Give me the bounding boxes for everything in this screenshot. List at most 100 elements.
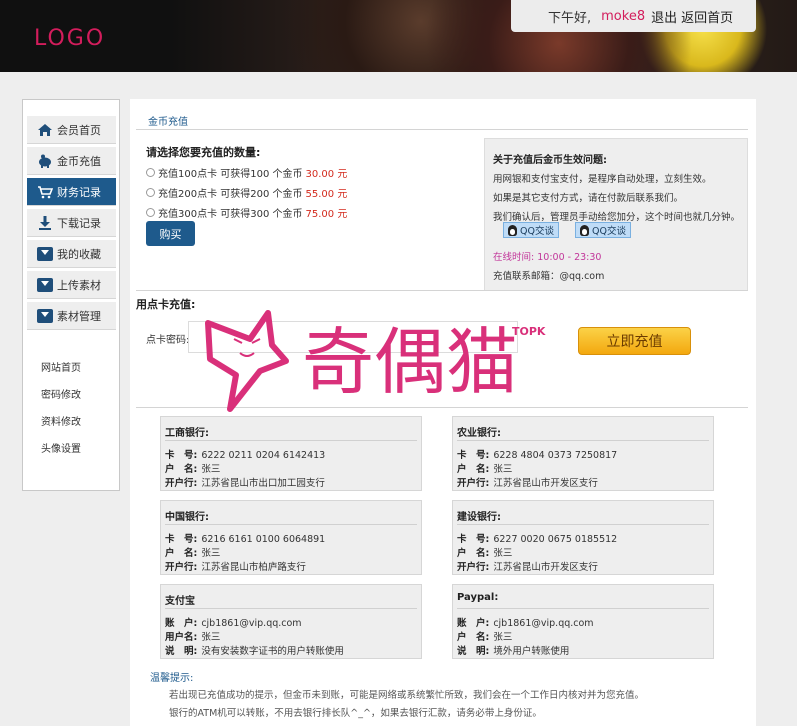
- bank-row-value: 江苏省昆山市开发区支行: [493, 562, 598, 573]
- option-price: 30.00 元: [305, 169, 348, 180]
- bank-card-abc: 农业银行: 卡 号: 6228 4804 0373 7250817 户 名: 张三 …: [452, 416, 714, 491]
- bank-row-label: 卡 号:: [457, 534, 490, 545]
- header: LOGO 下午好, moke8 退出 返回首页: [0, 0, 797, 72]
- option-text: 充值200点卡 可获得200 个金币: [158, 189, 303, 200]
- recharge-option-200[interactable]: 充值200点卡 可获得200 个金币 55.00 元: [146, 185, 347, 200]
- bank-row-value: 张三: [201, 464, 221, 475]
- bank-card-paypal: Paypal: 账 户: cjb1861@vip.qq.com 户 名: 张三 说 …: [452, 584, 714, 659]
- inbox-icon: [37, 277, 53, 292]
- section-divider: [136, 290, 748, 291]
- bank-name: 中国银行:: [165, 512, 209, 523]
- recharge-option-100[interactable]: 充值100点卡 可获得100 个金币 30.00 元: [146, 165, 347, 180]
- bank-row-value: 6216 6161 0100 6064891: [201, 534, 326, 545]
- qq-chat-button[interactable]: QQ交谈: [503, 222, 559, 238]
- username-link[interactable]: moke8: [601, 9, 645, 24]
- qq-chat-label: QQ交谈: [520, 226, 554, 237]
- logout-link[interactable]: 退出: [651, 7, 677, 26]
- tip-line: 银行的ATM机可以转账，不用去银行排长队^_^，如果去银行汇款，请务必带上身份证…: [169, 708, 542, 719]
- site-logo[interactable]: LOGO: [34, 26, 105, 51]
- qq-chat-label: QQ交谈: [592, 226, 626, 237]
- sidebar-item-upload-material[interactable]: 上传素材: [27, 271, 116, 299]
- avatar-settings-link[interactable]: 头像设置: [41, 440, 81, 455]
- bank-row-label: 开户行:: [165, 562, 198, 573]
- option-text: 充值300点卡 可获得300 个金币: [158, 209, 303, 220]
- site-home-link[interactable]: 网站首页: [41, 359, 81, 374]
- sidebar-item-coin-recharge[interactable]: 金币充值: [27, 147, 116, 175]
- card-password-input[interactable]: [188, 321, 518, 353]
- bank-divider: [165, 524, 417, 525]
- bank-row-label: 卡 号:: [165, 450, 198, 461]
- bank-row: 用户名: 张三: [165, 629, 220, 643]
- qq-chat-button[interactable]: QQ交谈: [575, 222, 631, 238]
- bank-row: 开户行: 江苏省昆山市出口加工园支行: [165, 475, 325, 489]
- bank-row-value: 江苏省昆山市柏庐路支行: [201, 562, 306, 573]
- radio-button[interactable]: [146, 208, 155, 217]
- bank-row-value: 没有安装数字证书的用户转账使用: [201, 646, 344, 657]
- sidebar-item-label: 素材管理: [57, 309, 101, 323]
- bank-row: 户 名: 张三: [165, 461, 220, 475]
- radio-button[interactable]: [146, 188, 155, 197]
- bank-row: 户 名: 张三: [457, 629, 512, 643]
- sidebar-item-member-home[interactable]: 会员首页: [27, 116, 116, 144]
- bank-divider: [457, 440, 709, 441]
- bank-row-value: 张三: [493, 632, 513, 643]
- bank-row-label: 说 明:: [457, 646, 490, 657]
- info-line: 我们确认后，管理员手动给您加分，这个时间也就几分钟。: [493, 212, 741, 223]
- recharge-now-button[interactable]: 立即充值: [578, 327, 691, 355]
- option-text: 充值100点卡 可获得100 个金币: [158, 169, 303, 180]
- user-box: 下午好, moke8 退出 返回首页: [511, 0, 756, 32]
- bank-row-label: 户 名:: [457, 464, 490, 475]
- bank-divider: [165, 608, 417, 609]
- radio-button[interactable]: [146, 168, 155, 177]
- bank-row-label: 卡 号:: [457, 450, 490, 461]
- bank-name: 工商银行:: [165, 428, 209, 439]
- online-time: 在线时间: 10:00 - 23:30: [493, 249, 601, 263]
- contact-email: 充值联系邮箱：@qq.com: [493, 271, 605, 282]
- inbox-icon: [37, 308, 53, 323]
- tab-coin-recharge[interactable]: 金币充值: [148, 113, 188, 128]
- bank-row: 户 名: 张三: [165, 545, 220, 559]
- sidebar: 会员首页 金币充值 财务记录 下载记录 我的收藏 上传素材 素材管理 网站首页 …: [22, 99, 120, 491]
- bank-row-value: 6228 4804 0373 7250817: [493, 450, 618, 461]
- bank-row-value: 江苏省昆山市出口加工园支行: [201, 478, 325, 489]
- amount-title: 请选择您要充值的数量:: [146, 146, 261, 159]
- bank-name: 支付宝: [165, 596, 195, 607]
- bank-row-label: 户 名:: [457, 632, 490, 643]
- recharge-option-300[interactable]: 充值300点卡 可获得300 个金币 75.00 元: [146, 205, 347, 220]
- bank-row-value: 6227 0020 0675 0185512: [493, 534, 618, 545]
- sidebar-item-material-management[interactable]: 素材管理: [27, 302, 116, 330]
- bank-row-value: 张三: [493, 548, 513, 559]
- bank-row: 说 明: 没有安装数字证书的用户转账使用: [165, 643, 344, 657]
- buy-button[interactable]: 购买: [146, 221, 195, 246]
- bank-divider: [165, 440, 417, 441]
- sidebar-item-finance-records[interactable]: 财务记录: [27, 178, 116, 206]
- bank-card-alipay: 支付宝 账 户: cjb1861@vip.qq.com 用户名: 张三 说 明: 没有…: [160, 584, 422, 659]
- sidebar-item-my-favorites[interactable]: 我的收藏: [27, 240, 116, 268]
- profile-edit-link[interactable]: 资料修改: [41, 413, 81, 428]
- info-title: 关于充值后金币生效问题:: [493, 155, 607, 166]
- password-change-link[interactable]: 密码修改: [41, 386, 81, 401]
- sidebar-item-label: 上传素材: [57, 278, 101, 292]
- bank-row-label: 户 名:: [165, 464, 198, 475]
- greeting-text: 下午好,: [548, 10, 592, 26]
- cart-icon: [37, 185, 54, 199]
- card-password-label: 点卡密码:: [146, 335, 190, 346]
- inbox-icon: [37, 246, 53, 261]
- download-icon: [37, 215, 53, 230]
- bank-row: 户 名: 张三: [457, 461, 512, 475]
- card-recharge-title: 用点卡充值:: [136, 298, 196, 311]
- sidebar-item-download-records[interactable]: 下载记录: [27, 209, 116, 237]
- bank-row-label: 开户行:: [457, 562, 490, 573]
- tips-title: 温馨提示:: [150, 673, 194, 684]
- section-divider: [136, 407, 748, 408]
- bank-row-label: 开户行:: [457, 478, 490, 489]
- online-time-value: 10:00 - 23:30: [537, 252, 602, 263]
- bank-row-value: 张三: [201, 548, 221, 559]
- info-line: 用网银和支付宝支付，是程序自动处理，立刻生效。: [493, 174, 712, 185]
- bank-name: 农业银行:: [457, 428, 501, 439]
- recharge-info-box: 关于充值后金币生效问题: 用网银和支付宝支付，是程序自动处理，立刻生效。 如果是…: [484, 138, 748, 291]
- bank-row-label: 账 户:: [457, 618, 490, 629]
- bank-row: 开户行: 江苏省昆山市柏庐路支行: [165, 559, 306, 573]
- back-home-link[interactable]: 返回首页: [681, 7, 733, 26]
- bank-card-boc: 中国银行: 卡 号: 6216 6161 0100 6064891 户 名: 张三 …: [160, 500, 422, 575]
